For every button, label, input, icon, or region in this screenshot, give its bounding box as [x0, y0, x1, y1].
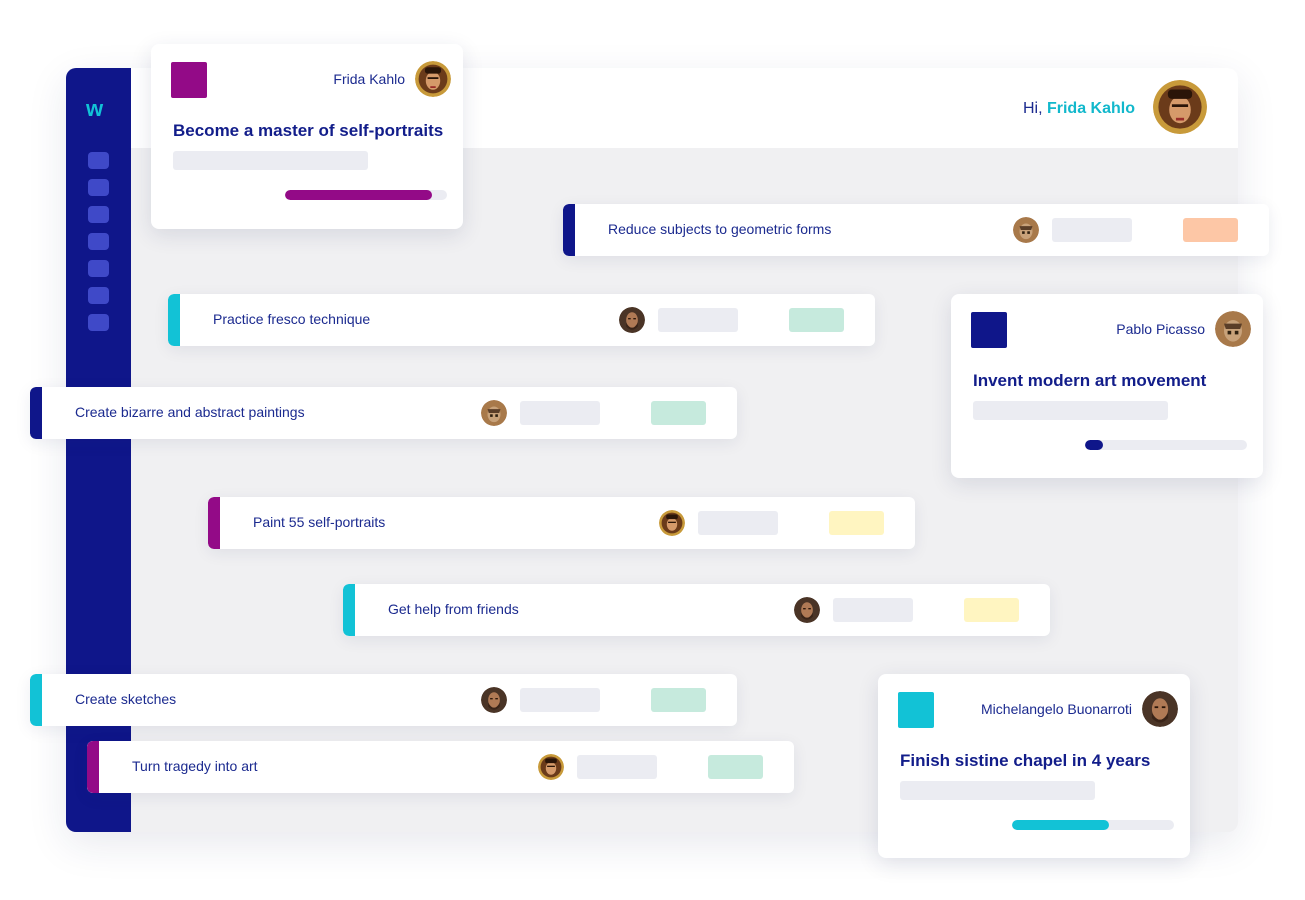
meta-placeholder: [1052, 218, 1132, 242]
greeting-user-name: Frida Kahlo: [1046, 100, 1135, 117]
goal-card[interactable]: Frida Kahlo Become a master of self-port…: [151, 44, 463, 229]
goal-description-placeholder: [900, 781, 1095, 800]
status-tag[interactable]: [1183, 218, 1238, 242]
goal-owner-name: Pablo Picasso: [1116, 321, 1205, 337]
task-row[interactable]: Practice fresco technique: [168, 294, 875, 346]
goal-owner-name: Frida Kahlo: [333, 71, 405, 87]
meta-placeholder: [520, 688, 600, 712]
task-row[interactable]: Create bizarre and abstract paintings: [30, 387, 737, 439]
app-logo[interactable]: w: [86, 96, 103, 122]
meta-placeholder: [520, 401, 600, 425]
goal-title: Become a master of self-portraits: [173, 121, 444, 140]
row-accent: [30, 674, 42, 726]
meta-placeholder: [577, 755, 657, 779]
row-accent: [168, 294, 180, 346]
task-label: Reduce subjects to geometric forms: [608, 221, 832, 237]
goal-card[interactable]: Pablo Picasso Invent modern art movement: [951, 294, 1263, 478]
sidebar-item-2[interactable]: [88, 179, 109, 196]
sidebar-item-6[interactable]: [88, 287, 109, 304]
goal-description-placeholder: [173, 151, 368, 170]
row-accent: [87, 741, 99, 793]
goal-title: Finish sistine chapel in 4 years: [900, 751, 1151, 770]
goal-progress-fill: [1085, 440, 1103, 450]
task-label: Create sketches: [75, 691, 177, 707]
goal-owner-name: Michelangelo Buonarroti: [981, 701, 1132, 717]
sidebar-item-1[interactable]: [88, 152, 109, 169]
user-avatar[interactable]: [1153, 80, 1207, 134]
michelangelo-avatar: [619, 307, 645, 333]
frida-kahlo-avatar: [538, 754, 564, 780]
goal-color-swatch: [898, 692, 934, 728]
sidebar-item-7[interactable]: [88, 314, 109, 331]
row-accent: [563, 204, 575, 256]
pablo-picasso-avatar: [481, 400, 507, 426]
task-label: Turn tragedy into art: [132, 758, 258, 774]
meta-placeholder: [658, 308, 738, 332]
goal-title: Invent modern art movement: [973, 371, 1207, 390]
goal-card[interactable]: Michelangelo Buonarroti Finish sistine c…: [878, 674, 1190, 858]
status-tag[interactable]: [651, 688, 706, 712]
goal-progress-bar: [1012, 820, 1174, 830]
task-row[interactable]: Get help from friends: [343, 584, 1050, 636]
pablo-picasso-avatar: [1215, 311, 1251, 347]
task-label: Paint 55 self-portraits: [253, 514, 386, 530]
greeting: Hi, Frida Kahlo: [1023, 100, 1135, 118]
task-label: Create bizarre and abstract paintings: [75, 404, 305, 420]
row-accent: [208, 497, 220, 549]
task-label: Practice fresco technique: [213, 311, 371, 327]
status-tag[interactable]: [964, 598, 1019, 622]
meta-placeholder: [698, 511, 778, 535]
goal-color-swatch: [171, 62, 207, 98]
goal-progress-bar: [285, 190, 447, 200]
status-tag[interactable]: [829, 511, 884, 535]
goal-progress-bar: [1085, 440, 1247, 450]
sidebar-item-5[interactable]: [88, 260, 109, 277]
task-row[interactable]: Paint 55 self-portraits: [208, 497, 915, 549]
greeting-prefix: Hi,: [1022, 100, 1047, 117]
meta-placeholder: [833, 598, 913, 622]
frida-kahlo-avatar: [659, 510, 685, 536]
status-tag[interactable]: [789, 308, 844, 332]
task-label: Get help from friends: [388, 601, 519, 617]
goal-color-swatch: [971, 312, 1007, 348]
goal-description-placeholder: [973, 401, 1168, 420]
task-row[interactable]: Reduce subjects to geometric forms: [563, 204, 1269, 256]
michelangelo-avatar: [794, 597, 820, 623]
frida-kahlo-avatar: [415, 61, 451, 97]
sidebar-item-4[interactable]: [88, 233, 109, 250]
row-accent: [30, 387, 42, 439]
michelangelo-avatar: [481, 687, 507, 713]
task-row[interactable]: Create sketches: [30, 674, 737, 726]
task-row[interactable]: Turn tragedy into art: [87, 741, 794, 793]
row-accent: [343, 584, 355, 636]
status-tag[interactable]: [708, 755, 763, 779]
sidebar-item-3[interactable]: [88, 206, 109, 223]
pablo-picasso-avatar: [1013, 217, 1039, 243]
michelangelo-avatar: [1142, 691, 1178, 727]
goal-progress-fill: [285, 190, 433, 200]
goal-progress-fill: [1012, 820, 1110, 830]
status-tag[interactable]: [651, 401, 706, 425]
